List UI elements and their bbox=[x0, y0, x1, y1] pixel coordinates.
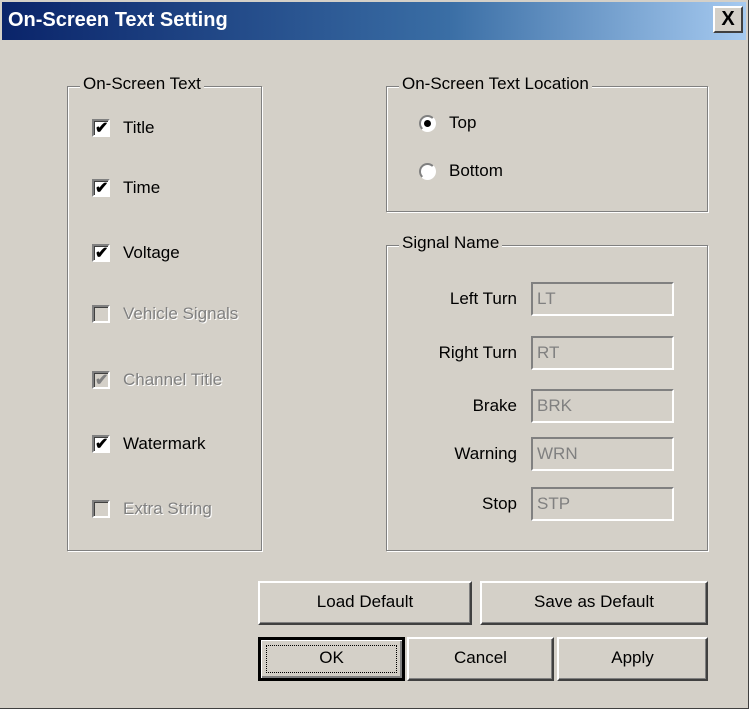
radio-bottom-button[interactable] bbox=[419, 162, 436, 180]
checkbox-voltage-label: Voltage bbox=[123, 243, 180, 262]
checkbox-channel-title-label: Channel Title bbox=[123, 370, 223, 389]
checkbox-watermark-label: Watermark bbox=[123, 434, 206, 453]
checkbox-watermark[interactable]: ✔ Watermark bbox=[92, 430, 206, 458]
checkbox-title-label: Title bbox=[123, 118, 155, 137]
load-default-button[interactable]: Load Default bbox=[258, 581, 472, 625]
signal-name-group-label: Signal Name bbox=[399, 233, 503, 253]
signal-row-left-turn: Left Turn LT bbox=[387, 281, 707, 317]
radio-top-button[interactable] bbox=[419, 114, 436, 132]
checkbox-vehicle-signals[interactable]: Vehicle Signals bbox=[92, 300, 238, 328]
cancel-button[interactable]: Cancel bbox=[407, 637, 554, 681]
right-turn-label: Right Turn bbox=[438, 343, 517, 362]
on-screen-text-group: On-Screen Text ✔ Title ✔ Time ✔ Voltage … bbox=[67, 74, 262, 551]
dialog-window: On-Screen Text Setting X On-Screen Text … bbox=[0, 0, 749, 709]
signal-name-group: Signal Name Left Turn LT Right Turn RT B… bbox=[386, 233, 708, 551]
close-button[interactable]: X bbox=[713, 6, 743, 33]
save-as-default-button[interactable]: Save as Default bbox=[480, 581, 708, 625]
location-group: On-Screen Text Location Top Bottom bbox=[386, 74, 708, 212]
signal-row-stop: Stop STP bbox=[387, 486, 707, 522]
checkbox-voltage-box[interactable]: ✔ bbox=[92, 244, 110, 262]
signal-row-warning: Warning WRN bbox=[387, 436, 707, 472]
right-turn-field[interactable]: RT bbox=[531, 336, 674, 370]
signal-row-right-turn: Right Turn RT bbox=[387, 335, 707, 371]
check-mark-icon: ✔ bbox=[95, 180, 109, 197]
checkbox-time-label: Time bbox=[123, 178, 161, 197]
checkbox-vehicle-signals-box[interactable] bbox=[92, 305, 110, 323]
close-icon: X bbox=[721, 8, 735, 30]
radio-bottom[interactable]: Bottom bbox=[419, 157, 503, 185]
brake-label: Brake bbox=[472, 396, 517, 415]
check-mark-icon: ✔ bbox=[95, 120, 109, 137]
check-mark-icon: ✔ bbox=[95, 436, 109, 453]
checkbox-voltage[interactable]: ✔ Voltage bbox=[92, 239, 180, 267]
left-turn-field[interactable]: LT bbox=[531, 282, 674, 316]
check-mark-icon: ✔ bbox=[95, 245, 109, 262]
checkbox-channel-title-box[interactable]: ✔ bbox=[92, 371, 110, 389]
checkbox-extra-string-box[interactable] bbox=[92, 500, 110, 518]
window-title: On-Screen Text Setting bbox=[8, 9, 228, 31]
checkbox-title[interactable]: ✔ Title bbox=[92, 114, 155, 142]
stop-label: Stop bbox=[482, 494, 517, 513]
location-group-label: On-Screen Text Location bbox=[399, 74, 592, 94]
stop-field[interactable]: STP bbox=[531, 487, 674, 521]
on-screen-text-group-label: On-Screen Text bbox=[80, 74, 204, 94]
signal-row-brake: Brake BRK bbox=[387, 388, 707, 424]
warning-field[interactable]: WRN bbox=[531, 437, 674, 471]
left-turn-label: Left Turn bbox=[449, 289, 517, 308]
radio-top[interactable]: Top bbox=[419, 109, 476, 137]
ok-button[interactable]: OK bbox=[258, 637, 405, 681]
warning-label: Warning bbox=[454, 444, 517, 463]
checkbox-extra-string-label: Extra String bbox=[123, 499, 212, 518]
checkbox-extra-string[interactable]: Extra String bbox=[92, 495, 212, 523]
checkbox-vehicle-signals-label: Vehicle Signals bbox=[123, 304, 239, 323]
focus-rect bbox=[266, 645, 397, 673]
check-mark-icon: ✔ bbox=[95, 372, 109, 389]
checkbox-title-box[interactable]: ✔ bbox=[92, 119, 110, 137]
radio-top-label: Top bbox=[449, 113, 477, 132]
radio-selected-dot bbox=[424, 119, 431, 127]
checkbox-time-box[interactable]: ✔ bbox=[92, 179, 110, 197]
radio-bottom-label: Bottom bbox=[449, 161, 503, 180]
brake-field[interactable]: BRK bbox=[531, 389, 674, 423]
checkbox-watermark-box[interactable]: ✔ bbox=[92, 435, 110, 453]
checkbox-channel-title[interactable]: ✔ Channel Title bbox=[92, 366, 222, 394]
apply-button[interactable]: Apply bbox=[557, 637, 708, 681]
title-bar[interactable]: On-Screen Text Setting X bbox=[2, 2, 746, 40]
checkbox-time[interactable]: ✔ Time bbox=[92, 174, 160, 202]
